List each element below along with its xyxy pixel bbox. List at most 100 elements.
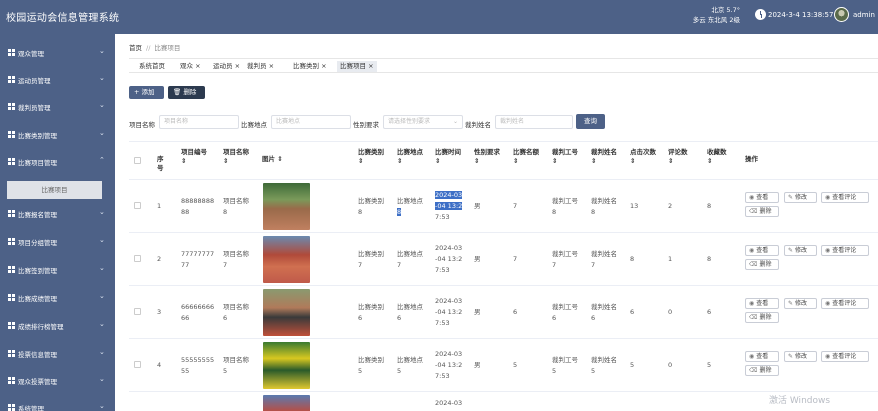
row-checkbox[interactable] [134,202,141,209]
tab-home[interactable]: 系统首页 [139,61,165,72]
view-button[interactable]: ◉ 查看 [745,192,779,203]
trash-icon: 🗑 [173,88,182,96]
current-datetime: 2024-3-4 13:38:57 [768,11,834,19]
view-button[interactable]: ◉ 查看 [745,351,779,362]
col-code[interactable]: 项目编号 ⇕ [181,142,221,179]
col-category[interactable]: 比赛类别 ⇕ [358,142,394,179]
table-row: 3 66666666 66 项目名称 6 比赛类别 6 比赛地点 6 2024-03 -0… [129,285,878,338]
breadcrumb-home[interactable]: 首页 [129,44,142,52]
col-actions: 操作 [745,155,758,163]
col-favorites[interactable]: 收藏数 ⇕ [707,142,743,179]
sidebar-item-athletes[interactable]: 运动员管理 ⌄ [0,71,115,89]
col-gender[interactable]: 性别要求 ⇕ [474,142,510,179]
col-ref-id[interactable]: 裁判工号 ⇕ [552,142,588,179]
sidebar-item-rankings[interactable]: 成绩排行榜管理 ⌄ [0,317,115,335]
col-ref-name[interactable]: 裁判姓名 ⇕ [591,142,627,179]
edit-button[interactable]: ✎ 修改 [784,192,817,203]
events-table: 序号 项目编号 ⇕ 项目名称 ⇕ 图片 ⇕ 比赛类别 ⇕ 比赛地点 ⇕ 比赛时间 ⇕ 性别… [129,141,878,411]
row-checkbox[interactable] [134,361,141,368]
filter-name-label: 项目名称 [129,121,155,129]
sidebar-item-referees[interactable]: 裁判员管理 ⌄ [0,98,115,116]
filter-gender-select[interactable]: 请选择性别要求 ⌄ [383,115,463,129]
main-content: 首页//比赛项目 系统首页 观众 × 运动员 × 裁判员 × 比赛类别 × 比赛… [115,34,878,411]
row-delete-button[interactable]: ⌫ 删除 [745,365,779,376]
eye-icon: ◉ [825,194,831,201]
sort-icon: ⇕ [358,157,364,165]
col-time[interactable]: 比赛时间 ⇕ [435,142,471,179]
sidebar-item-grouping[interactable]: 项目分组管理 ⌄ [0,233,115,251]
eye-icon: ◉ [749,247,755,254]
table-row: 2 77777777 77 项目名称 7 比赛类别 7 比赛地点 7 2024-03 -0… [129,232,878,285]
row-checkbox[interactable] [134,255,141,262]
view-comments-button[interactable]: ◉ 查看评论 [821,245,869,256]
add-button[interactable]: + 添加 [129,86,164,99]
sidebar-item-system[interactable]: 系统管理 ⌄ [0,399,115,411]
sidebar-item-audience[interactable]: 观众管理 ⌄ [0,44,115,62]
sidebar-item-votes[interactable]: 投票信息管理 ⌄ [0,345,115,363]
trash-icon: ⌫ [749,208,758,215]
row-delete-button[interactable]: ⌫ 删除 [745,259,779,270]
sidebar-item-registration[interactable]: 比赛报名管理 ⌄ [0,205,115,223]
view-comments-button[interactable]: ◉ 查看评论 [821,192,869,203]
breadcrumb-current: 比赛项目 [154,44,181,52]
col-clicks[interactable]: 点击次数 ⇕ [630,142,666,179]
sidebar-item-results[interactable]: 比赛成绩管理 ⌄ [0,289,115,307]
sidebar-item-events[interactable]: 比赛项目管理 ⌃ [0,153,115,171]
user-avatar[interactable] [834,7,849,22]
sort-icon: ⇕ [181,157,187,165]
col-comments[interactable]: 评论数 ⇕ [668,142,704,179]
sort-icon: ⇕ [707,157,713,165]
sort-icon: ⇕ [223,157,229,165]
filter-referee-label: 裁判姓名 [465,121,491,129]
filter-gender-label: 性别要求 [353,121,379,129]
sidebar: 观众管理 ⌄ 运动员管理 ⌄ 裁判员管理 ⌄ 比赛类别管理 ⌄ 比赛项目管理 ⌃ 比赛项目… [0,34,115,411]
chevron-down-icon: ⌄ [99,348,105,356]
sidebar-subitem-events[interactable]: 比赛项目 [7,181,102,199]
event-image [263,289,310,336]
sidebar-item-categories[interactable]: 比赛类别管理 ⌄ [0,126,115,144]
edit-button[interactable]: ✎ 修改 [784,298,817,309]
sort-icon: ⇕ [513,157,519,165]
view-comments-button[interactable]: ◉ 查看评论 [821,351,869,362]
sidebar-item-audience-votes[interactable]: 观众投票管理 ⌄ [0,372,115,390]
tab-categories[interactable]: 比赛类别 × [293,61,327,72]
menu-grid-icon [8,294,15,301]
view-button[interactable]: ◉ 查看 [745,245,779,256]
view-comments-button[interactable]: ◉ 查看评论 [821,298,869,309]
delete-button[interactable]: 🗑 删除 [168,86,205,99]
filter-referee-input[interactable]: 裁判姓名 [495,115,573,129]
row-checkbox[interactable] [134,308,141,315]
breadcrumb: 首页//比赛项目 [129,44,181,52]
filter-place-input[interactable]: 比赛地点 [271,115,351,129]
tab-athletes[interactable]: 运动员 × [213,61,240,72]
col-quota[interactable]: 比赛名额 ⇕ [513,142,549,179]
event-image [263,183,310,230]
filter-name-input[interactable]: 项目名称 [159,115,239,129]
edit-icon: ✎ [788,353,794,360]
menu-grid-icon [8,266,15,273]
eye-icon: ◉ [825,247,831,254]
col-image[interactable]: 图片 ⇕ [262,142,302,179]
view-button[interactable]: ◉ 查看 [745,298,779,309]
menu-grid-icon [8,131,15,138]
sidebar-item-checkin[interactable]: 比赛签到管理 ⌄ [0,261,115,279]
edit-button[interactable]: ✎ 修改 [784,245,817,256]
col-place[interactable]: 比赛地点 ⇕ [397,142,433,179]
chevron-down-icon: ⌄ [452,118,458,125]
sort-icon: ⇕ [668,157,674,165]
table-row: 1 88888888 88 项目名称 8 比赛类别 8 比赛地点 8 2024-03 -0… [129,179,878,232]
tab-referees[interactable]: 裁判员 × [247,61,274,72]
select-all-checkbox[interactable] [134,157,141,164]
eye-icon: ◉ [749,194,755,201]
edit-button[interactable]: ✎ 修改 [784,351,817,362]
eye-icon: ◉ [749,353,755,360]
tab-events[interactable]: 比赛项目 × [337,61,377,72]
chevron-down-icon: ⌄ [99,47,105,55]
username[interactable]: admin [853,11,875,19]
col-name[interactable]: 项目名称 ⇕ [223,142,263,179]
row-delete-button[interactable]: ⌫ 删除 [745,206,779,217]
row-delete-button[interactable]: ⌫ 删除 [745,312,779,323]
sort-icon: ⇕ [435,157,441,165]
query-button[interactable]: 查询 [576,114,605,129]
tab-audience[interactable]: 观众 × [180,61,201,72]
